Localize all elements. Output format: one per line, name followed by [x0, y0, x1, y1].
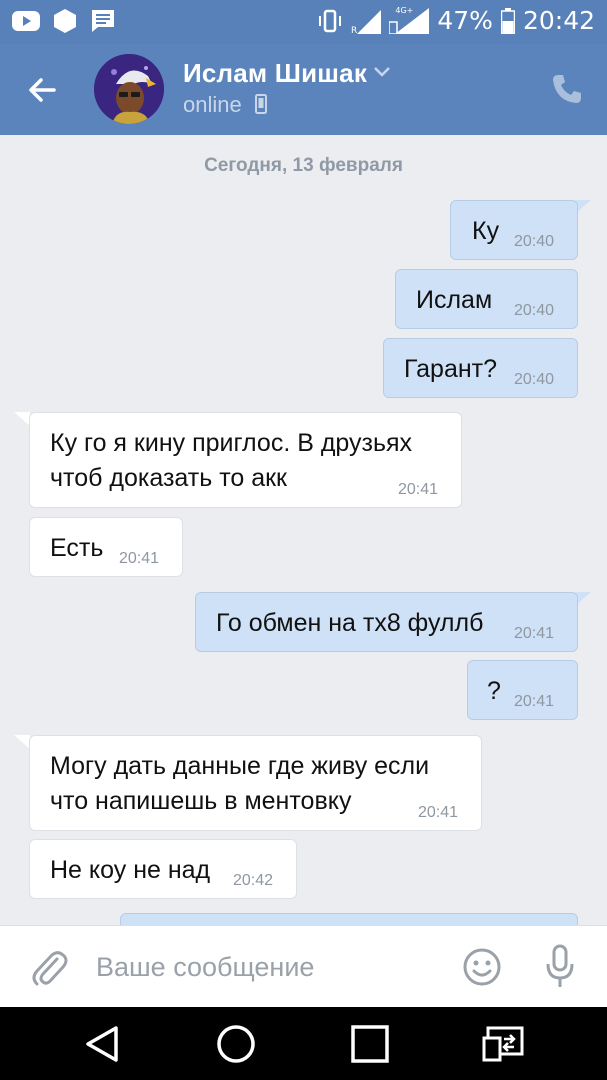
message-composer: [0, 925, 607, 1007]
message-bubble-incoming[interactable]: Могу дать данные где живу если что напиш…: [29, 735, 482, 831]
message-time: 20:40: [514, 233, 555, 250]
phone-call-icon[interactable]: [550, 72, 584, 106]
message-time: 20:41: [514, 693, 555, 710]
message-text: чтоб доказать то акк: [50, 464, 287, 492]
microphone-icon[interactable]: [543, 944, 577, 990]
contact-status: online: [183, 92, 242, 117]
bubble-tail: [14, 735, 30, 749]
message-bubble-incoming[interactable]: Ку го я кину приглос. В друзьях чтоб док…: [29, 412, 462, 508]
message-time: 20:40: [514, 302, 555, 319]
message-input[interactable]: [96, 944, 436, 990]
battery-percent: 47%: [437, 6, 493, 35]
message-time: 20:41: [514, 625, 555, 642]
message-bubble-outgoing[interactable]: Ислам 20:40: [395, 269, 578, 329]
svg-text:R: R: [351, 26, 357, 34]
vibrate-icon: [319, 9, 342, 32]
message-text: Ислам: [416, 286, 493, 314]
contact-name[interactable]: Ислам Шишак: [183, 58, 367, 89]
status-time: 20:42: [522, 6, 595, 35]
bubble-tail: [14, 412, 30, 426]
mobile-phone-icon: [255, 94, 267, 114]
youtube-icon: [12, 11, 40, 31]
signal-icon: R: [351, 9, 382, 34]
message-bubble-outgoing[interactable]: Ку 20:40: [450, 200, 578, 260]
emoji-icon[interactable]: [462, 947, 502, 987]
message-bubble-incoming[interactable]: Не коу не над 20:42: [29, 839, 297, 899]
avatar-image: [94, 54, 164, 124]
avatar[interactable]: [94, 54, 164, 124]
message-text: Не коу не над: [50, 856, 211, 884]
message-time: 20:40: [514, 371, 555, 388]
status-bar: R 4G+ 47% 20:42: [0, 0, 607, 44]
chat-header: Ислам Шишак online: [0, 44, 607, 135]
nav-back-icon[interactable]: [82, 1024, 122, 1064]
network-badge: 4G+: [395, 5, 414, 15]
message-bubble-outgoing[interactable]: ? 20:41: [467, 660, 578, 720]
message-bubble-outgoing[interactable]: Гарант? 20:40: [383, 338, 578, 398]
message-time: 20:41: [418, 804, 459, 821]
message-text: ?: [487, 677, 501, 705]
message-text: Го обмен на тх8 фуллб: [216, 609, 484, 637]
message-text: Ку го я кину приглос. В друзьях: [50, 429, 413, 457]
message-time: 20:41: [119, 550, 160, 567]
hexagon-app-icon: [54, 9, 76, 33]
message-icon: [92, 10, 114, 32]
signal-4g-icon: 4G+: [389, 5, 430, 34]
nav-recents-icon[interactable]: [350, 1024, 390, 1064]
message-bubble-outgoing[interactable]: [120, 913, 578, 925]
message-text: что напишешь в ментовку: [50, 787, 352, 815]
message-text: Гарант?: [404, 355, 498, 383]
message-text: Ку: [472, 217, 500, 245]
battery-icon: [500, 7, 515, 34]
system-nav-bar: [0, 1007, 607, 1080]
message-text: Могу дать данные где живу если: [50, 752, 430, 780]
screen-mirror-icon[interactable]: [482, 1024, 526, 1064]
message-text: Есть: [50, 534, 104, 562]
message-bubble-incoming[interactable]: Есть 20:41: [29, 517, 183, 577]
message-time: 20:42: [233, 872, 274, 889]
date-separator: Сегодня, 13 февраля: [204, 155, 403, 176]
message-bubble-outgoing[interactable]: Го обмен на тх8 фуллб 20:41: [195, 592, 578, 652]
paperclip-icon[interactable]: [30, 947, 68, 987]
message-list[interactable]: Сегодня, 13 февраля Ку 20:40 Ислам 20:40…: [0, 135, 607, 925]
nav-home-icon[interactable]: [216, 1024, 256, 1064]
message-time: 20:41: [398, 481, 439, 498]
back-arrow-icon[interactable]: [22, 70, 62, 110]
chevron-down-icon[interactable]: [373, 66, 391, 78]
